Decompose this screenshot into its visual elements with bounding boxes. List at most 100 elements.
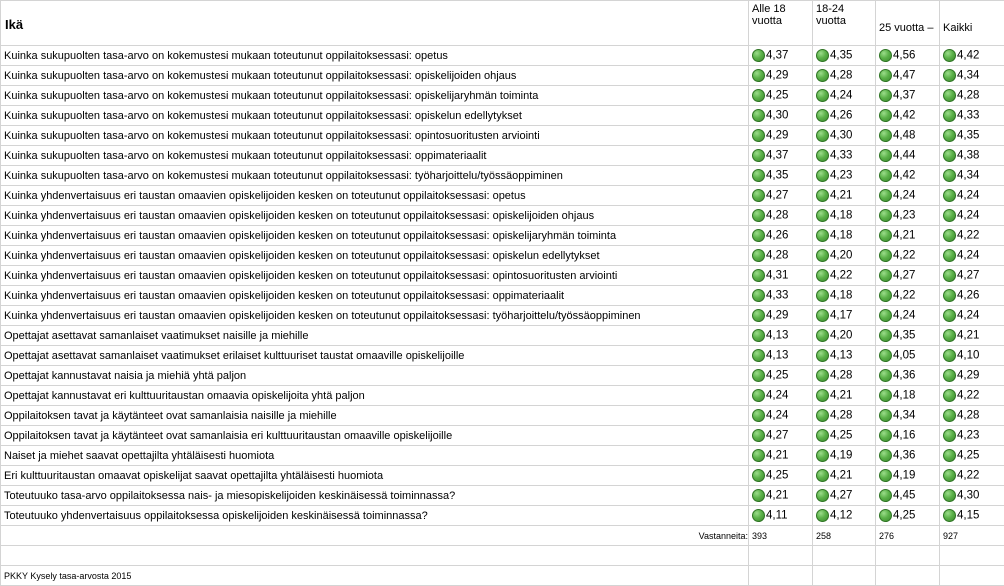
column-header-line2: vuotta bbox=[752, 15, 812, 27]
blank-row bbox=[1, 546, 1004, 566]
value-cell-under-18: 4,11 bbox=[749, 506, 813, 526]
score-value: 4,29 bbox=[766, 310, 788, 322]
green-circle-icon bbox=[816, 269, 829, 282]
value-cell-all: 4,22 bbox=[940, 226, 1004, 246]
score-value: 4,21 bbox=[957, 330, 979, 342]
green-circle-icon bbox=[943, 509, 956, 522]
score-value: 4,22 bbox=[893, 250, 915, 262]
question-cell: Oppilaitoksen tavat ja käytänteet ovat s… bbox=[1, 406, 749, 426]
score-value: 4,37 bbox=[766, 50, 788, 62]
score-value: 4,24 bbox=[893, 190, 915, 202]
green-circle-icon bbox=[752, 409, 765, 422]
value-cell-all: 4,21 bbox=[940, 326, 1004, 346]
empty-cell bbox=[749, 546, 813, 566]
value-cell-under-18: 4,25 bbox=[749, 366, 813, 386]
green-circle-icon bbox=[879, 129, 892, 142]
footer-row: PKKY Kysely tasa-arvosta 2015 bbox=[1, 566, 1004, 586]
score-value: 4,18 bbox=[830, 210, 852, 222]
green-circle-icon bbox=[879, 209, 892, 222]
column-header-25-plus: 25 vuotta – bbox=[876, 1, 940, 46]
green-circle-icon bbox=[752, 469, 765, 482]
column-header-line2: 25 vuotta – bbox=[879, 22, 939, 34]
question-cell: Kuinka yhdenvertaisuus eri taustan omaav… bbox=[1, 286, 749, 306]
value-cell-25-plus: 4,21 bbox=[876, 226, 940, 246]
value-cell-18-24: 4,12 bbox=[813, 506, 876, 526]
question-cell: Kuinka yhdenvertaisuus eri taustan omaav… bbox=[1, 226, 749, 246]
table-row: Opettajat kannustavat naisia ja miehiä y… bbox=[1, 366, 1004, 386]
score-value: 4,24 bbox=[957, 310, 979, 322]
question-cell: Kuinka sukupuolten tasa-arvo on kokemust… bbox=[1, 126, 749, 146]
value-cell-under-18: 4,28 bbox=[749, 206, 813, 226]
score-value: 4,25 bbox=[766, 90, 788, 102]
green-circle-icon bbox=[879, 169, 892, 182]
column-header-all: Kaikki bbox=[940, 1, 1004, 46]
score-value: 4,34 bbox=[893, 410, 915, 422]
respondents-label: Vastanneita: bbox=[1, 526, 749, 546]
score-value: 4,23 bbox=[830, 170, 852, 182]
green-circle-icon bbox=[943, 229, 956, 242]
value-cell-all: 4,38 bbox=[940, 146, 1004, 166]
score-value: 4,20 bbox=[830, 250, 852, 262]
green-circle-icon bbox=[943, 149, 956, 162]
score-value: 4,38 bbox=[957, 150, 979, 162]
score-value: 4,33 bbox=[830, 150, 852, 162]
green-circle-icon bbox=[752, 489, 765, 502]
question-cell: Opettajat kannustavat naisia ja miehiä y… bbox=[1, 366, 749, 386]
score-value: 4,44 bbox=[893, 150, 915, 162]
value-cell-25-plus: 4,45 bbox=[876, 486, 940, 506]
green-circle-icon bbox=[879, 229, 892, 242]
score-value: 4,29 bbox=[766, 130, 788, 142]
green-circle-icon bbox=[816, 369, 829, 382]
value-cell-under-18: 4,35 bbox=[749, 166, 813, 186]
value-cell-under-18: 4,31 bbox=[749, 266, 813, 286]
header-row: Ikä Alle 18 vuotta 18-24 vuotta 25 vuott… bbox=[1, 1, 1004, 46]
green-circle-icon bbox=[879, 189, 892, 202]
green-circle-icon bbox=[752, 49, 765, 62]
green-circle-icon bbox=[752, 169, 765, 182]
empty-cell bbox=[749, 566, 813, 586]
respondents-count-18-24: 258 bbox=[813, 526, 876, 546]
green-circle-icon bbox=[752, 249, 765, 262]
score-value: 4,30 bbox=[957, 490, 979, 502]
respondents-count-under-18: 393 bbox=[749, 526, 813, 546]
score-value: 4,34 bbox=[957, 70, 979, 82]
question-cell: Kuinka sukupuolten tasa-arvo on kokemust… bbox=[1, 146, 749, 166]
question-cell: Toteutuuko tasa-arvo oppilaitoksessa nai… bbox=[1, 486, 749, 506]
table-row: Kuinka yhdenvertaisuus eri taustan omaav… bbox=[1, 286, 1004, 306]
green-circle-icon bbox=[879, 89, 892, 102]
score-value: 4,26 bbox=[830, 110, 852, 122]
value-cell-18-24: 4,28 bbox=[813, 66, 876, 86]
green-circle-icon bbox=[943, 329, 956, 342]
green-circle-icon bbox=[816, 49, 829, 62]
green-circle-icon bbox=[752, 309, 765, 322]
table-row: Eri kulttuuritaustan omaavat opiskelijat… bbox=[1, 466, 1004, 486]
green-circle-icon bbox=[943, 349, 956, 362]
green-circle-icon bbox=[943, 469, 956, 482]
score-value: 4,18 bbox=[830, 230, 852, 242]
value-cell-under-18: 4,21 bbox=[749, 486, 813, 506]
respondents-count-all: 927 bbox=[940, 526, 1004, 546]
value-cell-all: 4,34 bbox=[940, 66, 1004, 86]
score-value: 4,42 bbox=[957, 50, 979, 62]
table-row: Kuinka yhdenvertaisuus eri taustan omaav… bbox=[1, 186, 1004, 206]
value-cell-under-18: 4,25 bbox=[749, 86, 813, 106]
value-cell-under-18: 4,30 bbox=[749, 106, 813, 126]
value-cell-25-plus: 4,18 bbox=[876, 386, 940, 406]
value-cell-18-24: 4,18 bbox=[813, 286, 876, 306]
value-cell-18-24: 4,30 bbox=[813, 126, 876, 146]
green-circle-icon bbox=[943, 109, 956, 122]
green-circle-icon bbox=[879, 149, 892, 162]
green-circle-icon bbox=[816, 69, 829, 82]
score-value: 4,21 bbox=[766, 450, 788, 462]
value-cell-25-plus: 4,16 bbox=[876, 426, 940, 446]
value-cell-18-24: 4,35 bbox=[813, 46, 876, 66]
value-cell-under-18: 4,29 bbox=[749, 126, 813, 146]
value-cell-under-18: 4,29 bbox=[749, 306, 813, 326]
empty-cell bbox=[813, 566, 876, 586]
value-cell-all: 4,34 bbox=[940, 166, 1004, 186]
score-value: 4,29 bbox=[766, 70, 788, 82]
green-circle-icon bbox=[816, 149, 829, 162]
score-value: 4,28 bbox=[766, 210, 788, 222]
score-value: 4,45 bbox=[893, 490, 915, 502]
value-cell-all: 4,35 bbox=[940, 126, 1004, 146]
